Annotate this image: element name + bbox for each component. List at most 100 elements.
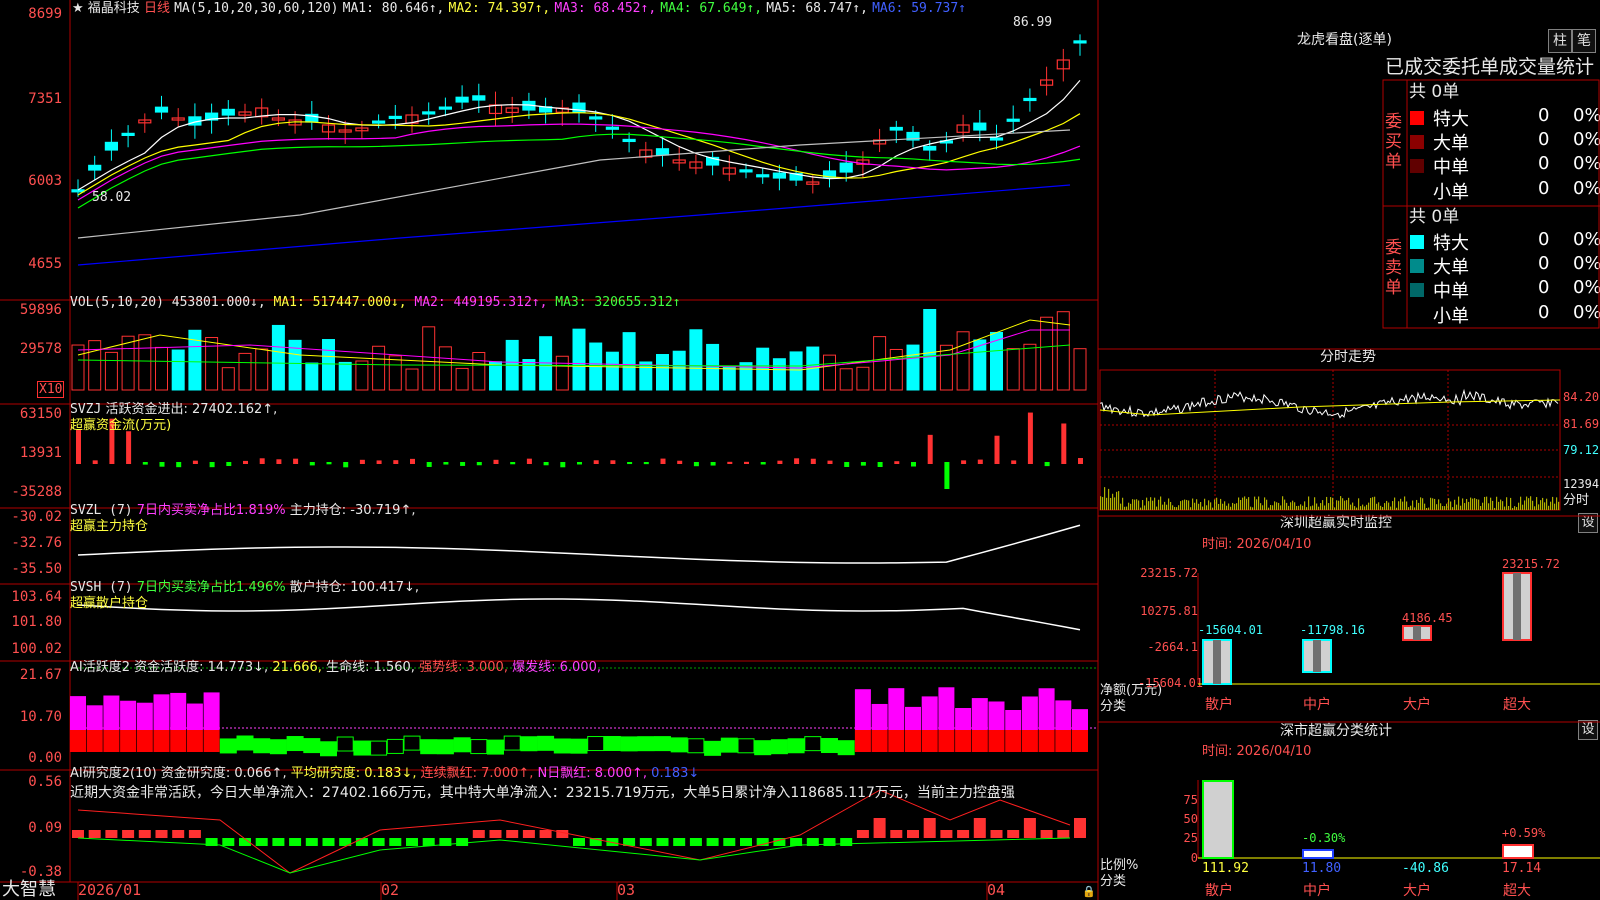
activity-bar: [520, 736, 538, 752]
vol-unit-badge[interactable]: X10: [37, 381, 65, 398]
ma6-value: MA6: 59.737↑: [872, 1, 966, 16]
buy-row-name: 中单: [1433, 157, 1469, 178]
fenshi-volume-bar: [1436, 504, 1438, 510]
volume-bar: [873, 336, 887, 391]
ss-value-label: 17.14: [1502, 861, 1542, 876]
fenshi-volume-bar: [1284, 499, 1286, 510]
fenshi-volume-bar: [1440, 503, 1442, 510]
fenshi-volume-bar: [1172, 505, 1174, 510]
activity-bar: [1005, 709, 1022, 730]
fenshi-volume-bar: [1152, 500, 1154, 510]
fenshi-axis-label: 81.69: [1563, 417, 1600, 431]
volume-bar: [939, 344, 953, 391]
activity-bar: [353, 740, 371, 756]
activity-bar: [70, 696, 86, 730]
fenshi-volume-bar: [1254, 496, 1256, 510]
fund-flow-bar: [326, 462, 332, 465]
svzj-header: SVZJ 活跃资金进出: 27402.162↑,: [70, 402, 277, 417]
sz-value-bar: [1502, 572, 1532, 641]
activity-bar: [1038, 688, 1055, 730]
lhb-tab-bar[interactable]: 已成交委托单成交量统计: [1385, 56, 1594, 78]
lock-icon[interactable]: 🔒: [1082, 884, 1096, 899]
fenshi-volume-bar: [1108, 488, 1110, 510]
fenshi-volume-bar: [1180, 501, 1182, 510]
sz-value-bar: [1302, 639, 1332, 673]
ai1-l2: 21.666,: [272, 660, 322, 675]
fenshi-volume-bar: [1434, 498, 1436, 510]
volume-bar: [1006, 348, 1020, 391]
fenshi-volume-bar: [1458, 496, 1460, 510]
svzj-axis-label: 63150: [19, 406, 62, 422]
fenshi-volume-bar: [1420, 497, 1422, 510]
high-price-label: 86.99: [1013, 15, 1053, 30]
candle: [71, 189, 85, 193]
ai1-axis-label: 0.00: [28, 750, 62, 766]
tick-mode-button[interactable]: 笔: [1572, 29, 1596, 53]
price-axis-label: 7351: [28, 91, 62, 107]
fund-flow-bar: [543, 462, 549, 466]
svzj-title: SVZJ: [70, 402, 102, 417]
fenshi-volume-bar: [1376, 503, 1378, 510]
sell-total: 共 0单: [1409, 207, 1460, 227]
fenshi-volume-bar: [1536, 497, 1538, 510]
bar-mode-button[interactable]: 柱: [1548, 29, 1572, 53]
fenshi-volume-bar: [1146, 497, 1148, 510]
research-bar: [973, 818, 986, 838]
fenshi-volume-bar: [1374, 496, 1376, 510]
fenshi-volume-bar: [1478, 499, 1480, 510]
fenshi-volume-bar: [1214, 499, 1216, 510]
fenshi-axis-label: 84.20: [1563, 390, 1600, 404]
activity-bar: [971, 698, 988, 730]
fenshi-volume-bar: [1432, 498, 1434, 510]
activity-bar: [888, 730, 905, 752]
svsh-label1: 7日内买卖净占比1.496%: [136, 580, 286, 595]
favorite-star-icon[interactable]: ★: [72, 1, 84, 16]
fenshi-volume-bar: [1362, 504, 1364, 510]
fenshi-volume-bar: [1382, 507, 1384, 510]
volume-bar: [322, 339, 335, 391]
activity-bar: [888, 688, 905, 730]
fenshi-volume-bar: [1218, 503, 1220, 510]
candle: [1006, 118, 1020, 122]
fenshi-volume-bar: [1326, 496, 1328, 510]
fenshi-volume-bar: [1346, 500, 1348, 510]
fenshi-volume-bar: [1162, 504, 1164, 510]
ai2-l5: 0.183↓: [651, 766, 700, 781]
buy-row-count: 0: [1538, 105, 1550, 126]
fenshi-volume-bar: [1488, 503, 1490, 510]
fenshi-volume-bar: [1438, 499, 1440, 510]
brand-logo: 大智慧: [2, 879, 56, 900]
ss-category: 中户: [1303, 883, 1331, 899]
research-bar: [72, 830, 84, 838]
activity-bar: [1005, 730, 1022, 752]
fenshi-volume-bar: [1546, 498, 1548, 510]
fenshi-volume-bar: [1200, 502, 1202, 510]
period-label[interactable]: 日线: [144, 1, 170, 16]
candle: [221, 108, 235, 116]
fenshi-volume-bar: [1274, 501, 1276, 510]
research-bar: [88, 830, 101, 838]
candle: [1023, 97, 1037, 102]
fund-flow-bar: [309, 462, 315, 466]
sz-value-label: -11798.16: [1300, 623, 1366, 637]
kline-chart-area[interactable]: [0, 0, 1100, 900]
fenshi-volume-bar: [1340, 496, 1342, 510]
fund-flow-bar: [660, 458, 666, 464]
ai2-axis-label: 0.09: [28, 820, 62, 836]
sell-section-label: 委卖单: [1385, 238, 1402, 298]
fenshi-volume-bar: [1292, 500, 1294, 510]
research-bar: [689, 838, 702, 846]
sz-value-bar-shade: [1513, 573, 1521, 640]
fenshi-volume-bar: [1372, 497, 1374, 510]
fund-flow-bar: [176, 462, 182, 468]
ss-settings-button[interactable]: 设: [1578, 720, 1598, 740]
research-bar: [389, 838, 402, 846]
sz-settings-button[interactable]: 设: [1578, 513, 1598, 533]
fenshi-volume-bar: [1170, 501, 1172, 510]
fenshi-volume-bar: [1506, 497, 1508, 510]
volume-bar: [839, 368, 853, 391]
sell-row-count: 0: [1538, 277, 1550, 298]
legend-swatch: [1410, 135, 1424, 149]
fund-flow-bar: [1011, 460, 1017, 464]
main-chart-header: ★ 福晶科技 日线 MA(5,10,20,30,60,120) MA1: 80.…: [72, 1, 966, 16]
